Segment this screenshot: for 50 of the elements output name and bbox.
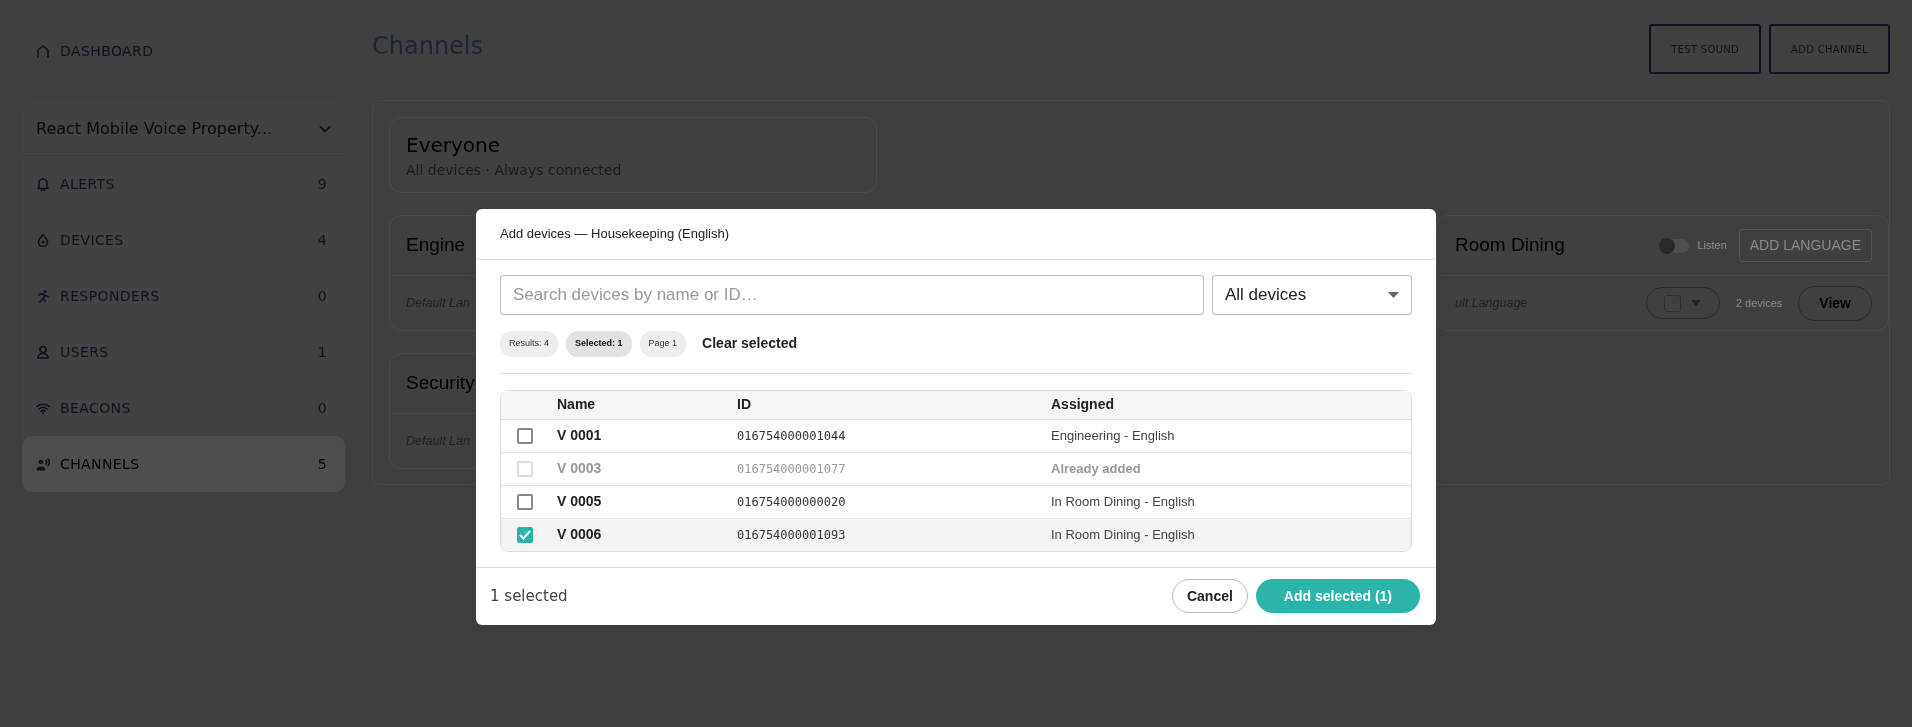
person-broadcast-icon [36, 457, 50, 471]
status-chip: Selected: 1 [566, 331, 632, 357]
color-picker[interactable] [1645, 287, 1720, 319]
add-language-button[interactable]: ADD LANGUAGE [1738, 229, 1872, 262]
home-icon [36, 44, 50, 58]
device-id: 016754000001044 [737, 427, 847, 445]
device-name: V 0006 [557, 525, 603, 544]
dialog-title: Add devices — Housekeeping (English) [500, 225, 730, 244]
channel-title: Room Dining [1455, 233, 1565, 258]
listen-toggle[interactable] [1659, 238, 1690, 253]
device-count: 2 devices [1735, 295, 1783, 311]
column-header: ID [737, 395, 752, 414]
bell-icon [36, 177, 50, 191]
property-dropdown[interactable]: React Mobile Voice Property... [22, 102, 345, 156]
view-button[interactable]: View [1798, 285, 1872, 321]
add-selected-button[interactable]: Add selected (1) [1255, 579, 1420, 613]
status-chip: Page 1 [639, 331, 687, 357]
assigned-label: In Room Dining - English [1051, 492, 1196, 511]
device-name: V 0005 [557, 492, 603, 511]
filter-dropdown[interactable]: All devices [1212, 275, 1412, 315]
cancel-button[interactable]: Cancel [1171, 579, 1248, 613]
sidebar-item[interactable]: CHANNELS 5 [22, 436, 345, 492]
search-field[interactable]: Search devices by name or ID… [500, 275, 1204, 315]
channel-title: Engine [406, 233, 466, 258]
device-id: 016754000001093 [737, 526, 847, 544]
column-header: Name [557, 395, 597, 414]
assigned-label: In Room Dining - English [1051, 525, 1196, 544]
row-checkbox[interactable] [517, 427, 533, 444]
row-checkbox[interactable] [517, 493, 533, 510]
assigned-label: Already added [1051, 459, 1142, 478]
device-id: 016754000001077 [737, 460, 847, 478]
channel-title: Security [406, 371, 475, 396]
selection-count: 1 selected [490, 585, 568, 607]
caret-icon [1388, 292, 1399, 298]
device-name: V 0003 [557, 459, 603, 478]
status-chip: Results: 4 [500, 331, 559, 357]
user-icon [36, 345, 50, 359]
caret-icon [1691, 300, 1702, 306]
wifi-icon [36, 401, 50, 415]
toggle-label: Listen [1697, 238, 1727, 254]
column-header: Assigned [1051, 395, 1115, 414]
device-name: V 0001 [557, 426, 603, 445]
row-checkbox[interactable] [517, 526, 533, 543]
clear-selected-link[interactable]: Clear selected [702, 333, 798, 355]
assigned-label: Engineering - English [1051, 426, 1176, 445]
running-person-icon [36, 289, 50, 303]
drop-icon [36, 233, 50, 247]
channel-title: Everyone [406, 132, 502, 159]
chevron-down-icon [319, 124, 331, 133]
device-id: 016754000000020 [737, 493, 847, 511]
